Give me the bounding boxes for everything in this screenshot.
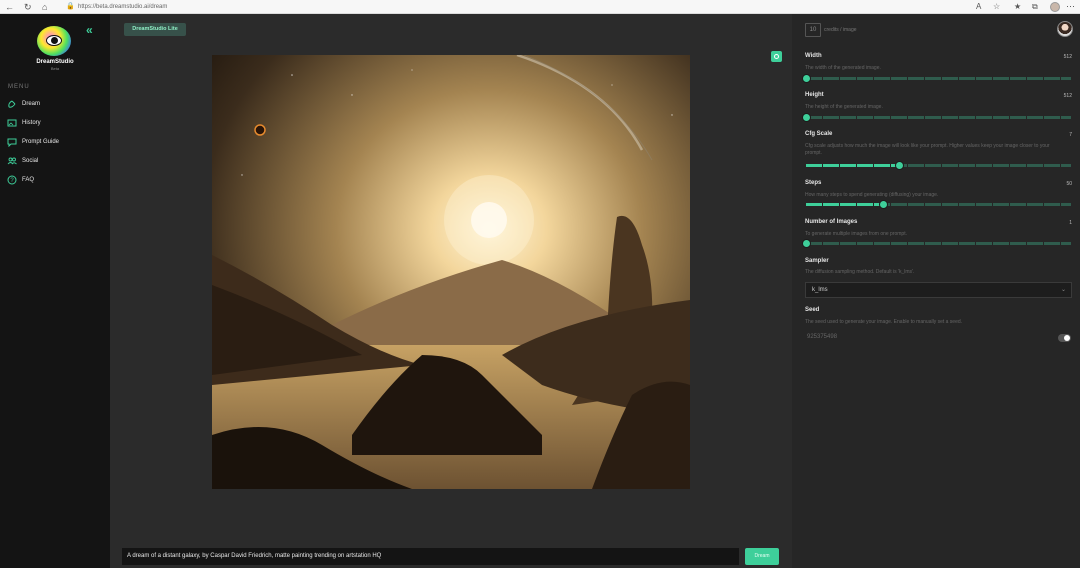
sidebar-item-history[interactable]: History: [7, 116, 107, 130]
brand-name: DreamStudio: [36, 59, 74, 65]
brush-icon: [8, 100, 16, 108]
height-desc: The height of the generated image.: [805, 104, 883, 110]
width-value: 512: [1063, 54, 1072, 60]
collections-icon[interactable]: ⧉: [1032, 2, 1038, 12]
sidebar-item-label: Prompt Guide: [22, 139, 60, 145]
menu-title: MENU: [8, 84, 30, 90]
steps-desc: How many steps to spend generating (diff…: [805, 192, 939, 198]
dream-button[interactable]: Dream: [745, 548, 779, 565]
sampler-label: Sampler: [805, 258, 829, 264]
lock-icon: 🔒: [66, 3, 75, 10]
num-images-label: Number of Images: [805, 219, 858, 225]
cfg-scale-slider-thumb[interactable]: [894, 161, 904, 170]
seed-desc: The seed used to generate your image. En…: [805, 319, 963, 325]
credits-value: 10: [805, 23, 821, 37]
cfg-scale-desc: Cfg scale adjusts how much the image wil…: [805, 143, 1050, 156]
sidebar-item-dream[interactable]: Dream: [7, 97, 107, 111]
favorite-icon[interactable]: ☆: [993, 2, 1000, 12]
steps-label: Steps: [805, 180, 822, 186]
dreamstudio-lite-badge[interactable]: DreamStudio Lite: [124, 23, 186, 36]
browser-profile-avatar[interactable]: [1050, 2, 1060, 12]
seed-toggle[interactable]: [1058, 334, 1071, 342]
chevron-down-icon: ⌄: [1060, 287, 1066, 293]
browser-toolbar: ← ↻ ⌂ 🔒 https://beta.dreamstudio.ai/drea…: [0, 0, 1080, 14]
credits-display: 10 credits / image: [805, 23, 857, 37]
read-aloud-icon[interactable]: A: [976, 2, 981, 12]
cfg-scale-value: 7: [1069, 132, 1072, 138]
width-slider-thumb[interactable]: [802, 74, 811, 83]
generated-image[interactable]: [212, 55, 690, 489]
user-avatar[interactable]: [1057, 21, 1073, 37]
more-menu-icon[interactable]: ⋯: [1066, 1, 1075, 12]
refresh-icon[interactable]: ↻: [24, 2, 32, 12]
height-slider[interactable]: [802, 113, 1071, 122]
collapse-sidebar-icon[interactable]: «: [86, 23, 93, 37]
width-label: Width: [805, 53, 822, 59]
num-images-desc: To generate multiple images from one pro…: [805, 231, 907, 237]
width-desc: The width of the generated image.: [805, 65, 881, 71]
sidebar-item-faq[interactable]: ? FAQ: [7, 173, 107, 187]
people-icon: [7, 157, 17, 165]
sidebar-item-label: Dream: [22, 101, 41, 107]
steps-slider-thumb[interactable]: [878, 200, 888, 209]
sidebar-item-label: FAQ: [22, 177, 35, 183]
seed-input[interactable]: 925375498: [807, 334, 837, 340]
sampler-selected-value: k_lms: [812, 287, 828, 293]
height-label: Height: [805, 92, 824, 98]
cfg-scale-slider[interactable]: [806, 161, 1071, 170]
home-icon[interactable]: ⌂: [42, 2, 47, 12]
seed-label: Seed: [805, 307, 820, 313]
favorites-bar-icon[interactable]: ★: [1014, 2, 1021, 12]
width-slider[interactable]: [802, 74, 1071, 83]
num-images-slider[interactable]: [802, 239, 1071, 248]
prompt-input[interactable]: A dream of a distant galaxy, by Caspar D…: [122, 548, 739, 565]
image-icon: [7, 119, 17, 127]
height-slider-thumb[interactable]: [802, 113, 811, 122]
address-bar[interactable]: https://beta.dreamstudio.ai/dream: [78, 2, 167, 12]
steps-value: 50: [1066, 181, 1072, 187]
image-settings-icon[interactable]: [771, 51, 782, 62]
sidebar-item-label: Social: [22, 158, 39, 164]
brand-sub: Beta: [50, 66, 60, 71]
help-icon: ?: [7, 175, 17, 185]
steps-slider[interactable]: [806, 200, 1071, 209]
sidebar-item-label: History: [22, 120, 41, 126]
dreamstudio-logo: [37, 26, 71, 56]
sidebar-item-prompt-guide[interactable]: Prompt Guide: [7, 135, 107, 149]
sampler-select[interactable]: k_lms ⌄: [805, 282, 1072, 298]
chat-icon: [7, 138, 17, 147]
height-value: 512: [1063, 93, 1072, 99]
num-images-slider-thumb[interactable]: [802, 239, 811, 248]
num-images-value: 1: [1069, 220, 1072, 226]
back-icon[interactable]: ←: [5, 2, 14, 12]
cfg-scale-label: Cfg Scale: [805, 131, 833, 137]
credits-label: credits / image: [824, 27, 857, 33]
sidebar-item-social[interactable]: Social: [7, 154, 107, 168]
sampler-desc: The diffusion sampling method. Default i…: [805, 269, 915, 275]
